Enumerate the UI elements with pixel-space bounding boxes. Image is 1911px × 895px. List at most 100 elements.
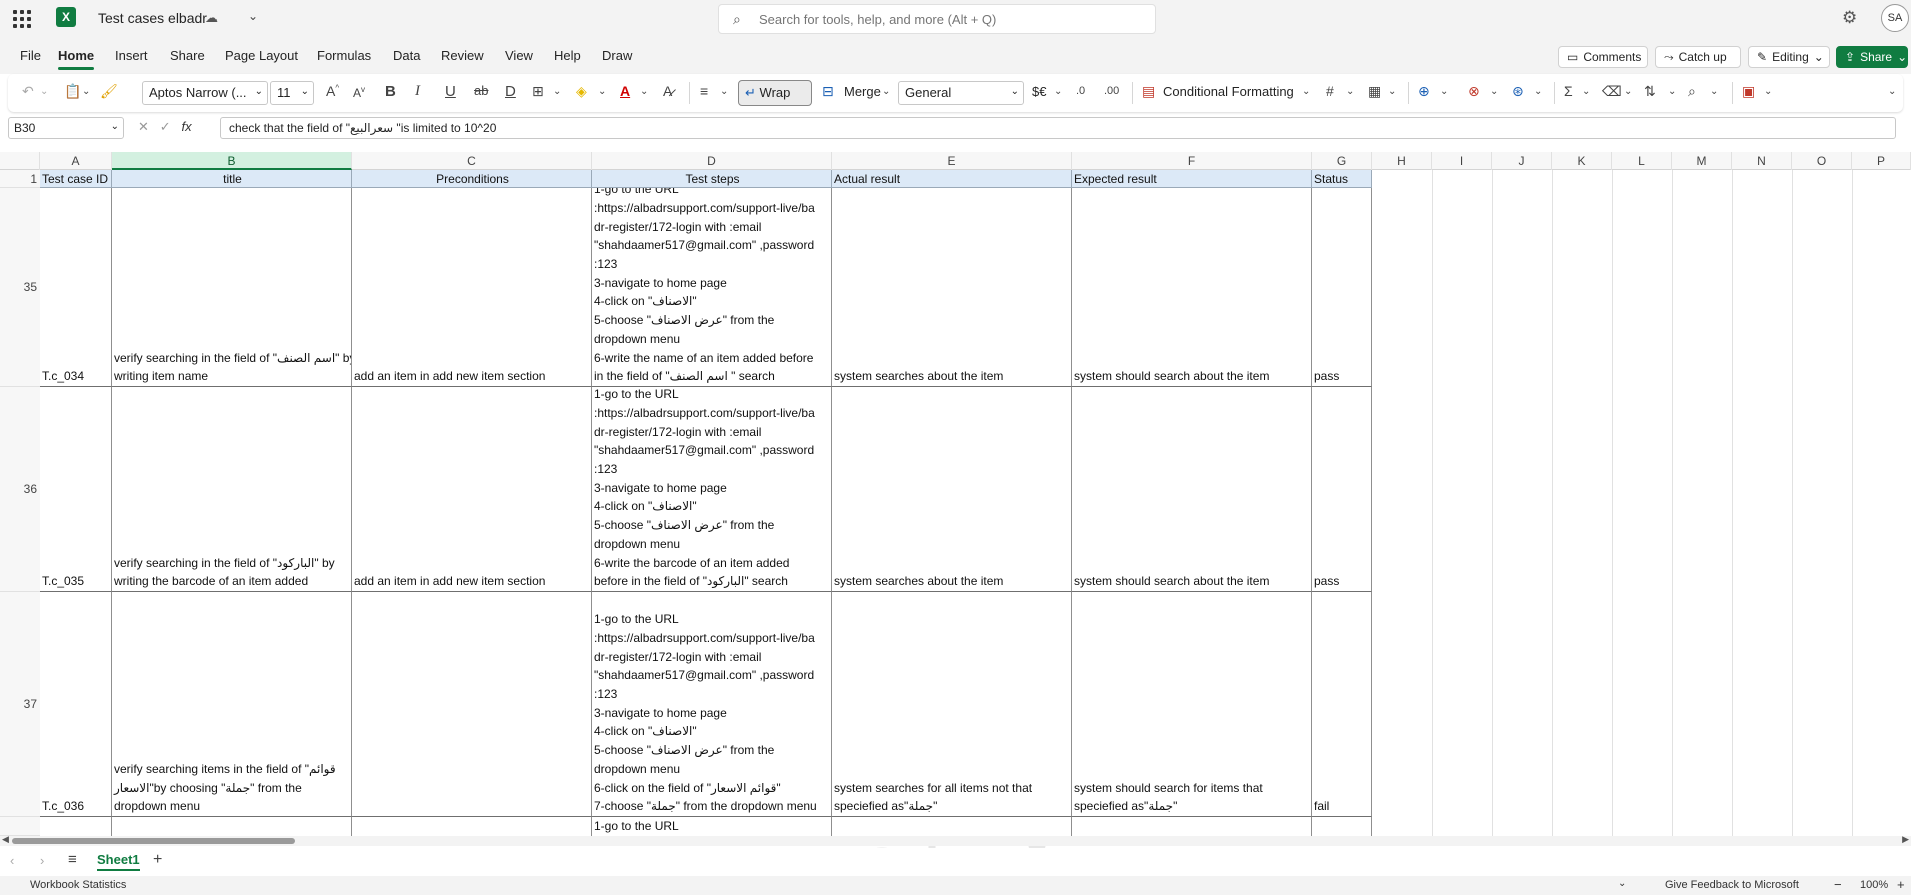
table-cell[interactable]: system should search about the item (1072, 188, 1312, 387)
bold-icon[interactable]: B (385, 83, 396, 100)
delete-cells-icon[interactable]: ⊗ (1468, 83, 1480, 100)
horizontal-scrollbar[interactable]: ◀ ▶ (0, 834, 1911, 846)
clear-icon[interactable]: ⌫ (1602, 83, 1622, 100)
editing-mode-button[interactable]: ✎ Editing ⌄ (1748, 46, 1830, 68)
tab-home[interactable]: Home (58, 48, 95, 70)
prev-sheet-icon[interactable]: ‹ (10, 853, 14, 868)
tab-page-layout[interactable]: Page Layout (225, 48, 298, 63)
table-cell[interactable]: system should search about the item (1072, 387, 1312, 592)
chevron-down-icon[interactable]: ⌄ (1388, 86, 1396, 97)
chevron-down-icon[interactable]: ⌄ (598, 86, 606, 97)
confirm-icon[interactable]: ✓ (160, 119, 171, 134)
column-header-m[interactable]: M (1672, 152, 1732, 170)
tab-share[interactable]: Share (170, 48, 205, 63)
fill-color-icon[interactable]: ◈ (576, 83, 587, 100)
cancel-icon[interactable]: ✕ (138, 119, 149, 134)
gear-icon[interactable]: ⚙ (1842, 8, 1857, 28)
search-input[interactable] (759, 10, 1139, 28)
table-cell[interactable]: pass (1312, 387, 1372, 592)
chevron-down-icon[interactable]: ⌄ (1440, 86, 1448, 97)
cell-styles-icon[interactable]: ▦ (1368, 83, 1381, 100)
chevron-down-icon[interactable]: ⌄ (1582, 86, 1590, 97)
column-header-f[interactable]: F (1072, 152, 1312, 170)
clear-format-icon[interactable]: A̷ (663, 83, 672, 99)
feedback-link[interactable]: Give Feedback to Microsoft (1665, 879, 1799, 891)
table-cell[interactable]: system searches about the item (832, 387, 1072, 592)
select-all-corner[interactable] (0, 152, 40, 170)
chevron-down-icon[interactable]: ⌄ (248, 9, 258, 23)
table-cell[interactable]: system should search for items that spec… (1072, 592, 1312, 817)
column-header-p[interactable]: P (1852, 152, 1911, 170)
chevron-down-icon[interactable]: ⌄ (82, 86, 90, 97)
table-cell[interactable]: 1-go to the URL :https://albadrsupport.c… (592, 592, 832, 817)
chevron-down-icon[interactable]: ⌄ (1490, 86, 1498, 97)
sheet-tab-sheet1[interactable]: Sheet1 (97, 852, 140, 871)
tab-view[interactable]: View (505, 48, 533, 63)
align-icon[interactable]: ≡ (700, 83, 708, 99)
table-cell[interactable]: T.c_034 (40, 188, 112, 387)
app-launcher-icon[interactable] (13, 10, 31, 28)
column-header-k[interactable]: K (1552, 152, 1612, 170)
chevron-down-icon[interactable]: ⌄ (40, 86, 48, 97)
table-cell[interactable]: fail (1312, 592, 1372, 817)
header-cell-expected-result[interactable]: Expected result (1072, 170, 1312, 188)
zoom-level[interactable]: 100% (1860, 879, 1888, 891)
chevron-down-icon[interactable]: ⌄ (1764, 86, 1772, 97)
table-cell[interactable] (40, 817, 112, 836)
chevron-down-icon[interactable]: ⌄ (1710, 86, 1718, 97)
table-cell[interactable]: 1-go to the URL (592, 817, 832, 836)
table-cell[interactable]: add an item in add new item section (352, 188, 592, 387)
currency-format-button[interactable]: $€ (1032, 84, 1046, 99)
sort-filter-icon[interactable]: ⇅ (1644, 83, 1656, 100)
header-cell-actual-result[interactable]: Actual result (832, 170, 1072, 188)
zoom-out-icon[interactable]: − (1834, 877, 1842, 892)
chevron-down-icon[interactable]: ⌄ (640, 86, 648, 97)
double-underline-icon[interactable]: D (505, 83, 516, 100)
chevron-down-icon[interactable]: ⌄ (1302, 86, 1310, 97)
header-cell-title[interactable]: title (112, 170, 352, 188)
table-cell[interactable]: system searches about the item (832, 188, 1072, 387)
format-table-icon[interactable]: # (1326, 83, 1334, 99)
chevron-down-icon[interactable]: ⌄ (1054, 86, 1062, 97)
paste-icon[interactable]: 📋 (64, 83, 81, 100)
row-header-37[interactable]: 37 (0, 592, 40, 817)
chevron-down-icon[interactable]: ⌄ (882, 86, 890, 97)
table-cell[interactable] (352, 592, 592, 817)
table-cell[interactable]: pass (1312, 188, 1372, 387)
decrease-decimal-icon[interactable]: .00 (1104, 85, 1119, 97)
avatar[interactable]: SA (1881, 4, 1909, 32)
scrollbar-thumb[interactable] (12, 838, 295, 844)
tab-data[interactable]: Data (393, 48, 420, 63)
table-cell[interactable]: verify searching items in the field of "… (112, 592, 352, 817)
tab-insert[interactable]: Insert (115, 48, 148, 63)
column-header-g[interactable]: G (1312, 152, 1372, 170)
wrap-text-button[interactable]: ↵ Wrap (738, 80, 812, 106)
comments-button[interactable]: ▭ Comments (1558, 46, 1648, 68)
column-header-n[interactable]: N (1732, 152, 1792, 170)
increase-decimal-icon[interactable]: .0 (1076, 85, 1085, 97)
table-cell[interactable]: T.c_035 (40, 387, 112, 592)
table-cell[interactable]: T.c_036 (40, 592, 112, 817)
increase-font-size-icon[interactable]: A^ (326, 83, 339, 99)
chevron-down-icon[interactable]: ⌄ (1668, 86, 1676, 97)
catch-up-button[interactable]: ⤳ Catch up (1655, 46, 1741, 68)
number-format-select[interactable]: General ⌄ (898, 81, 1024, 105)
autosum-icon[interactable]: Σ (1564, 83, 1573, 99)
share-button[interactable]: ⇪ Share ⌄ (1836, 46, 1908, 68)
document-title[interactable]: Test cases elbadr (98, 10, 207, 26)
chevron-down-icon[interactable]: ⌄ (720, 86, 728, 97)
tab-review[interactable]: Review (441, 48, 484, 63)
conditional-formatting-icon[interactable]: ▤ (1142, 83, 1155, 100)
search-box[interactable]: ⌕ (718, 4, 1156, 34)
formula-input[interactable]: check that the field of "سعرالبيع "is li… (220, 117, 1896, 139)
column-header-b[interactable]: B (112, 152, 352, 170)
header-cell-test-steps[interactable]: Test steps (592, 170, 832, 188)
chevron-down-icon[interactable]: ⌄ (553, 86, 561, 97)
table-cell[interactable]: 1-go to the URL :https://albadrsupport.c… (592, 188, 832, 387)
table-cell[interactable]: system searches for all items not that s… (832, 592, 1072, 817)
all-sheets-icon[interactable]: ≡ (68, 851, 77, 868)
tab-help[interactable]: Help (554, 48, 581, 63)
row-header-1[interactable]: 1 (0, 170, 40, 188)
format-painter-icon[interactable]: 🖌 (100, 83, 118, 100)
column-header-c[interactable]: C (352, 152, 592, 170)
